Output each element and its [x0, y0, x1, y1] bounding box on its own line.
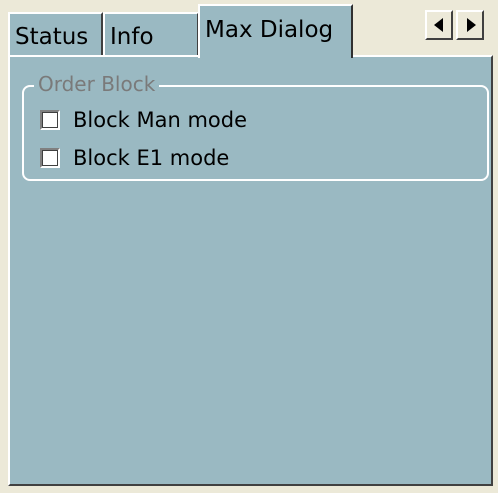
tab-max-dialog[interactable]: Max Dialog — [198, 4, 353, 58]
triangle-left-icon — [434, 18, 443, 32]
tab-info[interactable]: Info — [103, 12, 199, 56]
tab-scroll-left-button[interactable] — [425, 10, 453, 40]
triangle-right-icon — [467, 18, 476, 32]
order-block-title: Order Block — [34, 71, 160, 97]
order-block-group: Order Block Block Man mode Block E1 mode — [22, 71, 489, 181]
block-man-mode-option[interactable]: Block Man mode — [40, 107, 247, 133]
block-man-mode-checkbox[interactable] — [40, 110, 60, 130]
tab-panel-max-dialog: Order Block Block Man mode Block E1 mode — [8, 55, 493, 486]
block-e1-mode-option[interactable]: Block E1 mode — [40, 145, 229, 171]
tab-status-label: Status — [15, 24, 89, 50]
tab-max-dialog-label: Max Dialog — [205, 17, 334, 43]
tab-info-label: Info — [110, 24, 154, 50]
block-e1-mode-label[interactable]: Block E1 mode — [73, 145, 229, 171]
dialog-frame: Status Info Max Dialog Order Block Block… — [0, 0, 498, 493]
block-man-mode-label[interactable]: Block Man mode — [73, 107, 247, 133]
tab-scroll-right-button[interactable] — [456, 10, 484, 40]
tab-strip: Status Info Max Dialog — [0, 0, 498, 58]
block-e1-mode-checkbox[interactable] — [40, 148, 60, 168]
tab-status[interactable]: Status — [8, 12, 103, 56]
